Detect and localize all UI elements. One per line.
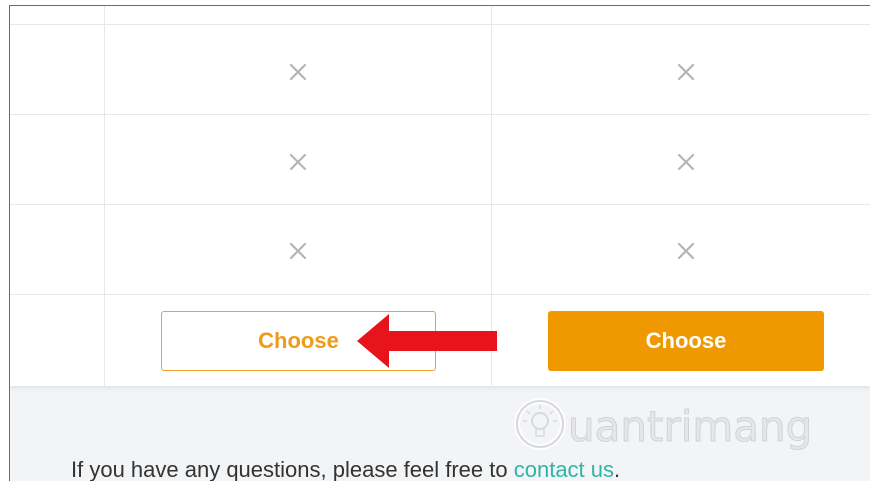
row-divider: [10, 114, 870, 115]
red-arrow-icon: [355, 310, 501, 377]
row-divider: [10, 294, 870, 295]
help-text: If you have any questions, please feel f…: [71, 457, 620, 481]
pricing-section: Choose Choose uantrimang If you have any…: [9, 5, 870, 481]
contact-us-link[interactable]: contact us: [514, 457, 614, 481]
comparison-table: Choose Choose: [10, 6, 870, 386]
close-x-icon: [278, 142, 318, 182]
close-x-icon: [666, 231, 706, 271]
row-divider: [10, 24, 870, 25]
watermark-logo: uantrimang: [510, 391, 840, 466]
help-text-period: .: [614, 457, 621, 481]
row-divider: [10, 204, 870, 205]
choose-plan-2-button[interactable]: Choose: [548, 311, 824, 371]
close-x-icon: [666, 52, 706, 92]
close-x-icon: [278, 52, 318, 92]
column-divider: [104, 6, 105, 386]
help-text-label: If you have any questions, please feel f…: [71, 457, 514, 481]
close-x-icon: [666, 142, 706, 182]
svg-text:uantrimang: uantrimang: [568, 402, 812, 451]
close-x-icon: [278, 231, 318, 271]
lightbulb-icon: [514, 398, 566, 450]
